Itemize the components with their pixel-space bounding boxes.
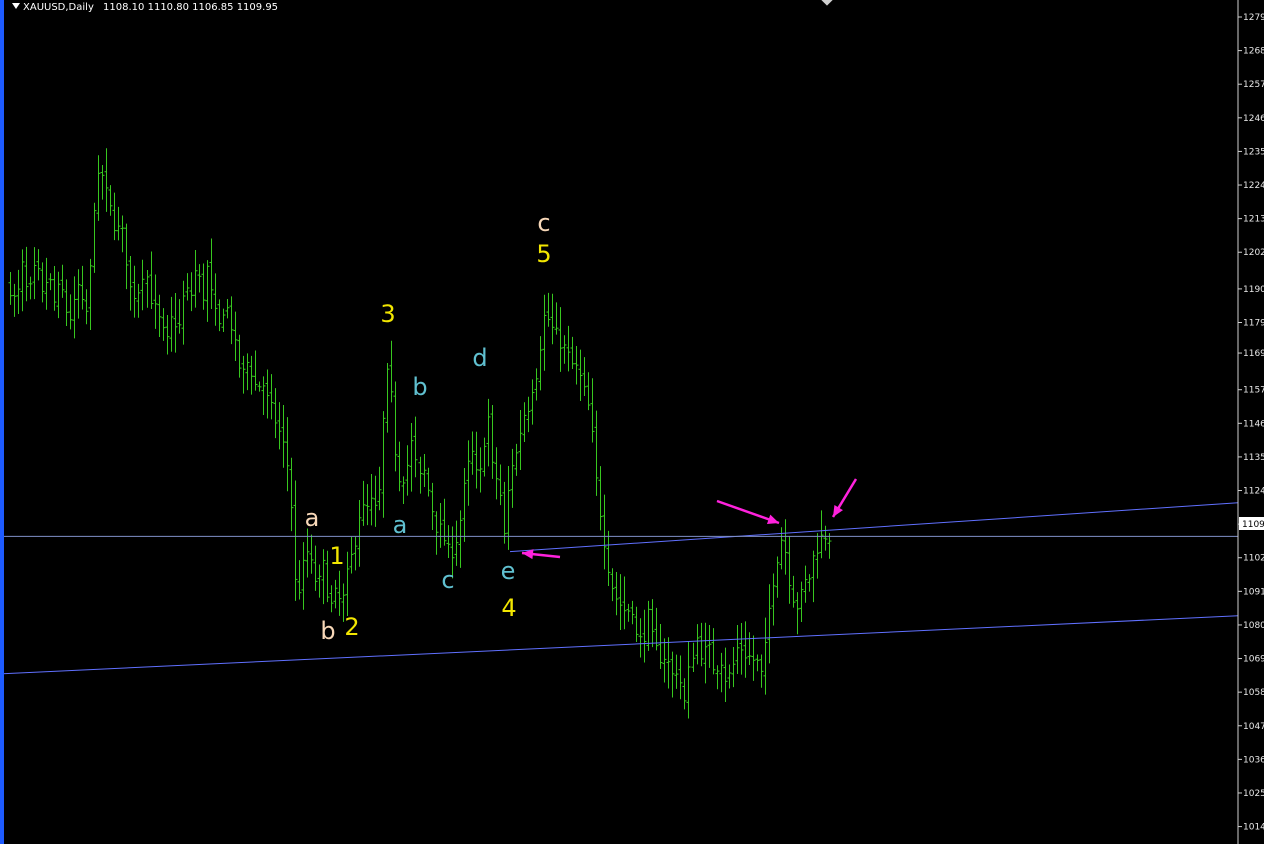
wave-label-c-primary: c bbox=[537, 209, 551, 237]
ohlc-high: 1110.80 bbox=[147, 2, 189, 13]
price-tick-label: 1268 bbox=[1243, 47, 1264, 57]
price-tick-label: 1169 bbox=[1243, 349, 1264, 359]
wave-label-1: 1 bbox=[329, 542, 345, 570]
price-tick-label: 1224 bbox=[1243, 181, 1264, 191]
wave-label-b-primary: b bbox=[320, 617, 336, 645]
wave-label-a-primary: a bbox=[304, 504, 320, 532]
price-tick-label: 1014 bbox=[1243, 823, 1264, 833]
price-tick-label: 1058 bbox=[1243, 688, 1264, 698]
wave-label-3: 3 bbox=[380, 300, 396, 328]
ohlc-low: 1106.85 bbox=[192, 2, 234, 13]
price-tick-label: 1091 bbox=[1243, 587, 1264, 597]
wave-label-2: 2 bbox=[344, 613, 360, 641]
current-price-box: 1109 bbox=[1239, 517, 1264, 530]
price-chart[interactable]: 1279126812571246123512241213120211901179… bbox=[0, 0, 1264, 844]
price-tick-label: 1080 bbox=[1243, 621, 1264, 631]
wave-label-d-secondary: d bbox=[472, 344, 488, 372]
wave-label-5: 5 bbox=[536, 240, 552, 268]
wave-label-e-secondary: e bbox=[500, 557, 516, 585]
chart-header: XAUUSD,Daily 1108.10 1110.80 1106.85 110… bbox=[12, 2, 278, 13]
ohlc-close: 1109.95 bbox=[236, 2, 279, 13]
symbol-timeframe: XAUUSD,Daily bbox=[23, 2, 94, 13]
price-tick-label: 1213 bbox=[1243, 215, 1264, 225]
price-tick-label: 1146 bbox=[1243, 419, 1264, 429]
ohlc-open: 1108.10 bbox=[103, 2, 145, 13]
price-tick-label: 1179 bbox=[1243, 319, 1264, 329]
price-tick-label: 1246 bbox=[1243, 114, 1264, 124]
price-tick-label: 1069 bbox=[1243, 655, 1264, 665]
price-tick-label: 1025 bbox=[1243, 789, 1264, 799]
price-tick-label: 1157 bbox=[1243, 386, 1264, 396]
dropdown-triangle-icon[interactable] bbox=[12, 3, 20, 9]
price-tick-label: 1202 bbox=[1243, 248, 1264, 258]
price-tick-label: 1102 bbox=[1243, 554, 1264, 564]
wave-label-b-secondary: b bbox=[412, 373, 428, 401]
price-tick-label: 1279 bbox=[1243, 13, 1264, 23]
price-tick-label: 1135 bbox=[1243, 453, 1264, 463]
current-price-label: 1109 bbox=[1242, 520, 1264, 530]
price-tick-label: 1047 bbox=[1243, 722, 1264, 732]
left-border bbox=[0, 0, 4, 844]
wave-label-c-secondary: c bbox=[441, 566, 455, 594]
price-tick-label: 1036 bbox=[1243, 755, 1264, 765]
price-tick-label: 1190 bbox=[1243, 285, 1264, 295]
price-tick-label: 1235 bbox=[1243, 147, 1264, 157]
price-tick-label: 1124 bbox=[1243, 487, 1264, 497]
price-tick-label: 1257 bbox=[1243, 80, 1264, 90]
wave-label-a-secondary: a bbox=[392, 511, 408, 539]
wave-label-4: 4 bbox=[501, 594, 517, 622]
chart-background bbox=[0, 0, 1264, 844]
